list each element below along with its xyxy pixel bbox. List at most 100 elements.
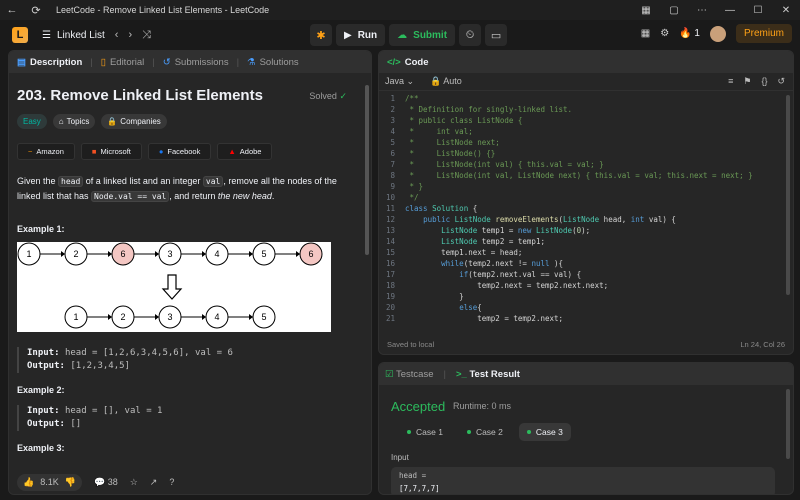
tab-solutions[interactable]: ⚗ Solutions	[243, 57, 303, 68]
like-button[interactable]: 👍 8.1K 👎	[17, 473, 82, 491]
book-icon: ▯	[100, 56, 106, 68]
notes-icon[interactable]: ▭	[485, 24, 508, 46]
window-grid-icon[interactable]: ▦	[632, 5, 660, 16]
code-line[interactable]: 5 * ListNode next;	[379, 137, 793, 148]
panel-resize-handle[interactable]	[378, 357, 794, 360]
layout-grid-icon[interactable]: ▦	[641, 28, 650, 39]
code-line[interactable]: 13 ListNode temp1 = new ListNode(0);	[379, 225, 793, 236]
braces-icon[interactable]: {}	[761, 76, 767, 87]
user-avatar[interactable]	[709, 25, 726, 42]
line-number: 16	[385, 259, 395, 268]
refresh-icon[interactable]: ⟳	[24, 4, 48, 17]
companies-button[interactable]: 🔒 Companies	[101, 114, 167, 129]
editor-scrollbar[interactable]	[786, 95, 790, 295]
code-line[interactable]: 15 temp1.next = head;	[379, 247, 793, 258]
tab-testcase[interactable]: ☑ Testcase	[385, 369, 434, 380]
code-line[interactable]: 16 while(temp2.next != null ){	[379, 258, 793, 269]
code-line[interactable]: 12 public ListNode removeElements(ListNo…	[379, 214, 793, 225]
thumbs-down-icon[interactable]: 👎	[65, 477, 76, 488]
code-line[interactable]: 19 }	[379, 291, 793, 302]
code-line[interactable]: 8 * ListNode(int val, ListNode next) { t…	[379, 170, 793, 181]
case-label: Case 1	[416, 427, 443, 437]
next-problem-icon[interactable]: ›	[128, 29, 132, 41]
code-line[interactable]: 10 */	[379, 192, 793, 203]
result-scrollbar[interactable]	[786, 389, 790, 459]
code-line[interactable]: 4 * int val;	[379, 126, 793, 137]
premium-button[interactable]: Premium	[735, 24, 792, 43]
submit-label: Submit	[413, 29, 448, 41]
code-line[interactable]: 2 * Definition for singly-linked list.	[379, 104, 793, 115]
description-scrollbar[interactable]	[365, 85, 369, 255]
star-icon[interactable]: ☆	[130, 477, 138, 488]
close-window-button[interactable]: ✕	[772, 5, 800, 16]
company-microsoft[interactable]: ■ Microsoft	[80, 143, 142, 160]
company-facebook[interactable]: ● Facebook	[147, 143, 212, 160]
editor-statusbar: Saved to local Ln 24, Col 26	[379, 334, 793, 354]
code-line[interactable]: 18 temp2.next = temp2.next.next;	[379, 280, 793, 291]
code-line[interactable]: 21 temp2 = temp2.next;	[379, 313, 793, 324]
debug-icon[interactable]: ✱	[310, 24, 332, 46]
problem-title[interactable]: 203. Remove Linked List Elements	[17, 87, 353, 104]
reset-icon[interactable]: ↺	[777, 76, 785, 87]
topics-button[interactable]: ⌂ Topics	[52, 114, 96, 129]
problem-list-button[interactable]: ☰ Linked List	[42, 30, 105, 41]
case-2-tab[interactable]: Case 2	[459, 423, 511, 441]
leetcode-logo[interactable]: L	[12, 27, 28, 43]
case-1-tab[interactable]: Case 1	[399, 423, 451, 441]
tab-editorial[interactable]: ▯ Editorial	[97, 57, 149, 68]
language-select[interactable]: Java ⌄	[385, 76, 414, 87]
example-2-input: head = [], val = 1	[64, 406, 163, 416]
line-code: * public class ListNode {	[405, 116, 523, 125]
run-button[interactable]: ▶ Run	[336, 24, 386, 46]
test-result-label: Test Result	[469, 368, 520, 380]
minimize-button[interactable]: —	[716, 5, 744, 16]
tab-description[interactable]: ▤ Description	[13, 57, 86, 68]
help-icon[interactable]: ?	[169, 477, 174, 487]
code-line[interactable]: 11 class Solution {	[379, 203, 793, 214]
testcase-label: Testcase	[396, 368, 434, 380]
code-line[interactable]: 9 * }	[379, 181, 793, 192]
streak-counter[interactable]: 🔥 1	[679, 28, 700, 39]
back-arrow-icon[interactable]: ←	[0, 4, 24, 16]
runtime-text: Runtime: 0 ms	[453, 401, 512, 411]
comments-button[interactable]: 💬 38	[94, 477, 118, 488]
bookmark-icon[interactable]: ⚑	[743, 76, 751, 87]
list-node-value: 3	[167, 312, 172, 322]
input-label: Input:	[27, 406, 60, 416]
code-line[interactable]: 14 ListNode temp2 = temp1;	[379, 236, 793, 247]
code-line[interactable]: 6 * ListNode() {}	[379, 148, 793, 159]
code-line[interactable]: 20 else{	[379, 302, 793, 313]
window-menu-icon[interactable]: ⋯	[688, 5, 716, 16]
code-line[interactable]: 3 * public class ListNode {	[379, 115, 793, 126]
company-name: Microsoft	[100, 147, 131, 156]
submit-button[interactable]: ☁ Submit	[389, 24, 456, 46]
format-icon[interactable]: ≡	[728, 76, 733, 87]
top-navbar: L ☰ Linked List ‹ › ⤨ ✱ ▶ Run ☁ Submit ⏲…	[0, 20, 800, 50]
tab-submissions[interactable]: ↺ Submissions	[159, 57, 233, 68]
line-number: 12	[385, 215, 395, 224]
arrow-head	[108, 314, 112, 320]
case-3-tab[interactable]: Case 3	[518, 423, 571, 441]
shuffle-icon[interactable]: ⤨	[142, 29, 151, 42]
company-amazon[interactable]: ~ Amazon	[17, 143, 75, 160]
editor-toolbar: Java ⌄ 🔒 Auto ≡ ⚑ {} ↺	[379, 73, 793, 91]
auto-mode-toggle[interactable]: 🔒 Auto	[430, 76, 462, 87]
line-code: }	[405, 292, 464, 301]
settings-gear-icon[interactable]: ⚙	[660, 28, 669, 39]
window-tab-icon[interactable]: ▢	[660, 5, 688, 16]
code-line[interactable]: 17 if(temp2.next.val == val) {	[379, 269, 793, 280]
document-icon: ▤	[17, 56, 26, 68]
window-titlebar: ← ⟳ LeetCode - Remove Linked List Elemen…	[0, 0, 800, 20]
example-1-input: head = [1,2,6,3,4,5,6], val = 6	[64, 348, 233, 358]
check-circle-icon: ✓	[339, 91, 347, 101]
company-adobe[interactable]: ▲ Adobe	[217, 143, 273, 160]
company-list: ~ Amazon ■ Microsoft ● Facebook ▲ Adobe	[17, 143, 353, 160]
share-icon[interactable]: ↗	[150, 477, 158, 488]
tab-test-result[interactable]: >_ Test Result	[456, 369, 520, 380]
timer-icon[interactable]: ⏲	[459, 24, 482, 46]
maximize-button[interactable]: ☐	[744, 5, 772, 16]
code-line[interactable]: 1 /**	[379, 93, 793, 104]
code-editor[interactable]: 1/** 2 * Definition for singly-linked lis…	[379, 93, 793, 332]
prev-problem-icon[interactable]: ‹	[115, 29, 119, 41]
code-line[interactable]: 7 * ListNode(int val) { this.val = val; …	[379, 159, 793, 170]
